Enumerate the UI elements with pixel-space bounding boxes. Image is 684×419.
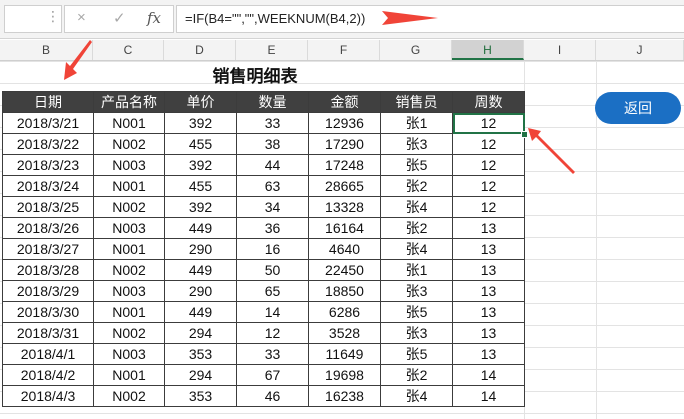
arrow-to-formula xyxy=(382,11,438,25)
arrow-to-week-cell xyxy=(528,128,575,174)
annotation-arrows xyxy=(64,11,575,174)
arrow-to-column-b xyxy=(64,40,92,80)
